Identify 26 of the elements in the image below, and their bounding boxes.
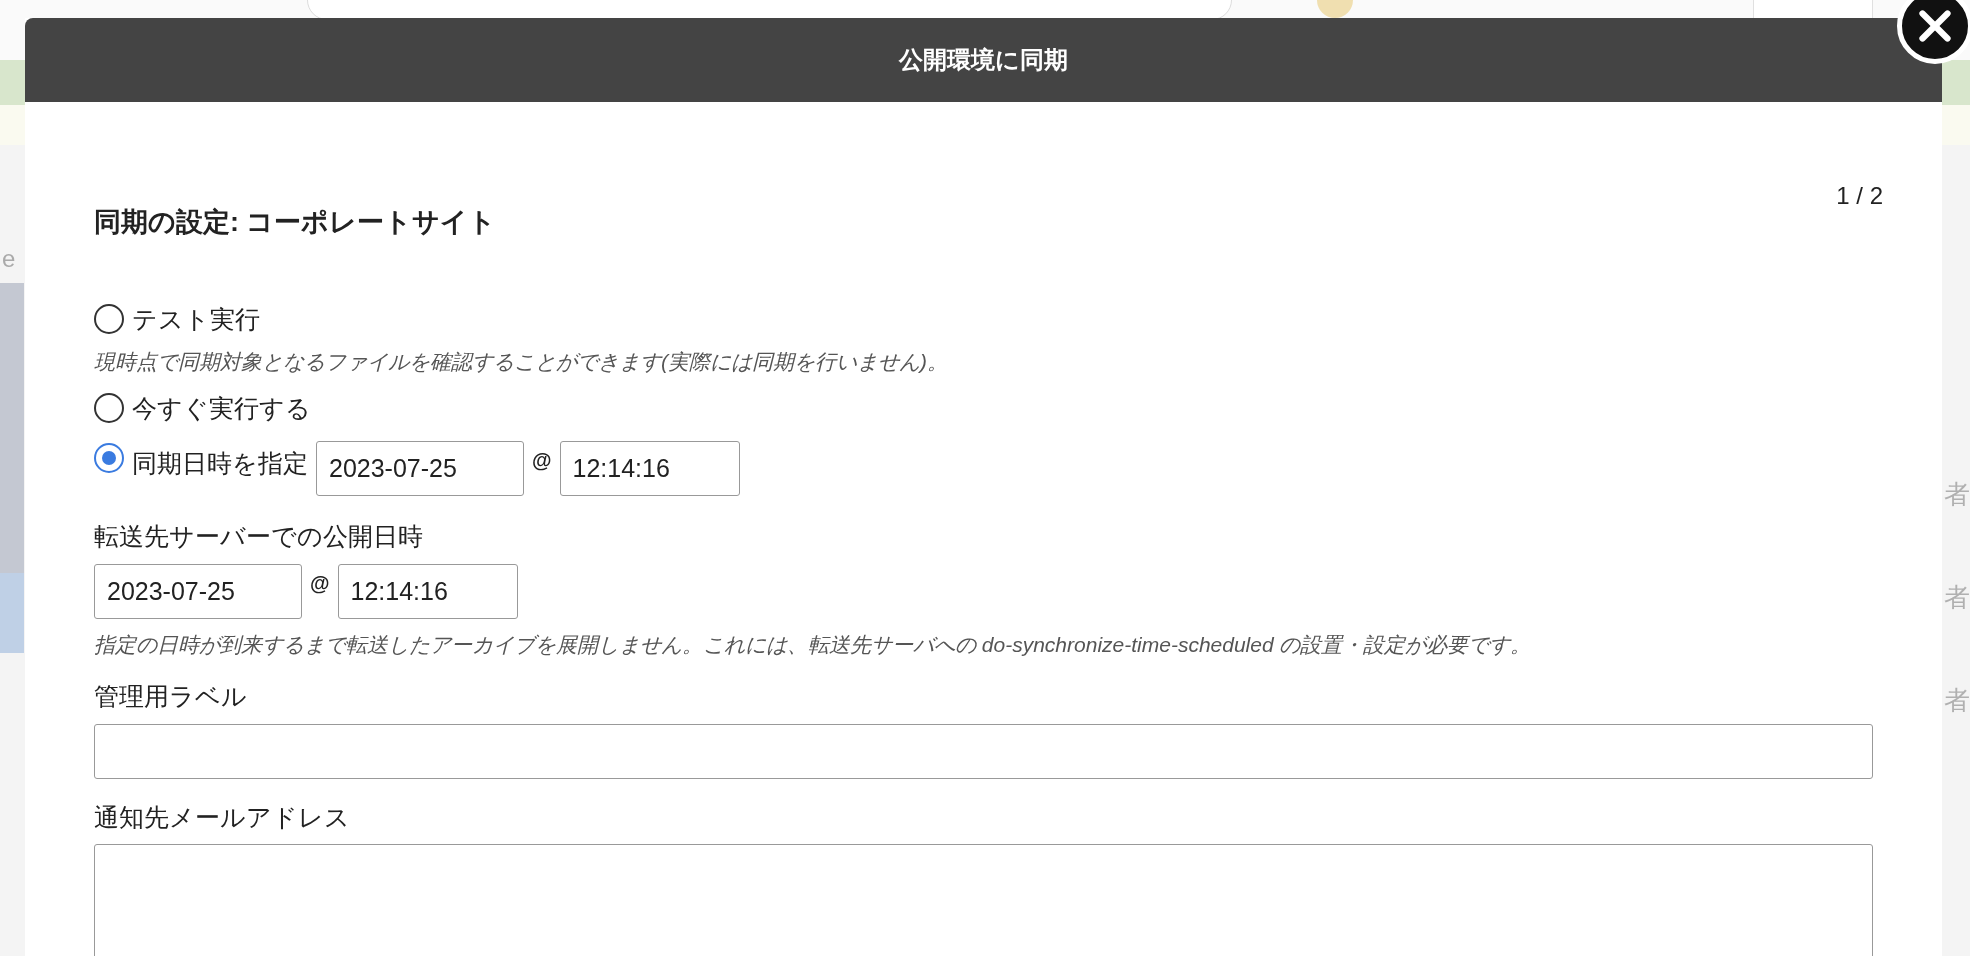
table-cell-text: 者	[1944, 581, 1970, 614]
field-label: 管理用ラベル	[94, 681, 248, 712]
radio-button[interactable]	[94, 443, 124, 473]
section-heading: 同期の設定: コーポレートサイト	[94, 206, 497, 239]
email-field[interactable]	[94, 844, 1873, 956]
radio-button[interactable]	[94, 304, 124, 335]
dialog-title: 公開環境に同期	[899, 45, 1068, 75]
field-label: 転送先サーバーでの公開日時	[94, 521, 424, 552]
hint-text: 現時点で同期対象となるファイルを確認することができます(実際には同期を行いません)。	[94, 349, 949, 375]
date-field[interactable]: 2023-07-25	[94, 563, 302, 619]
date-field[interactable]: 2023-07-25	[316, 441, 524, 496]
step-counter: 1 / 2	[1836, 181, 1883, 211]
table-cell-text: 者	[1944, 684, 1970, 717]
hint-text: 指定の日時が到来するまで転送したアーカイブを展開しません。これには、転送先サーバへの do-synchronize-time-scheduled の設置・設定が必要です。	[94, 631, 1533, 658]
time-field[interactable]: 12:14:16	[559, 441, 740, 496]
table-cell-text: 者	[1944, 478, 1970, 511]
at-sign: @	[532, 448, 552, 473]
radio-label[interactable]: 同期日時を指定	[132, 445, 308, 483]
sidebar-text: e	[1, 245, 17, 273]
time-field[interactable]: 12:14:16	[337, 563, 518, 619]
radio-button[interactable]	[94, 393, 124, 424]
radio-label[interactable]: 今すぐ実行する	[132, 389, 311, 427]
radio-label[interactable]: テスト実行	[132, 300, 260, 338]
label-field[interactable]	[94, 723, 1873, 779]
at-sign: @	[310, 570, 330, 596]
field-label: 通知先メールアドレス	[94, 801, 351, 833]
